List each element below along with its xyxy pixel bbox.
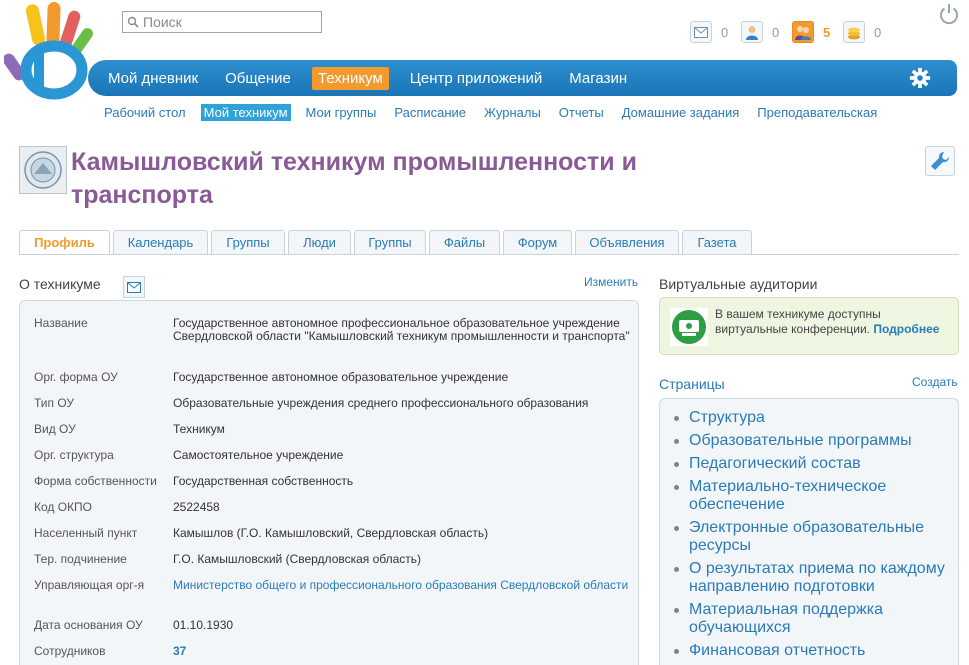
create-page-link[interactable]: Создать	[912, 375, 958, 389]
info-value: Г.О. Камышловский (Свердловская область)	[173, 552, 422, 566]
nav-app-center[interactable]: Центр приложений	[404, 67, 548, 90]
search-icon	[123, 12, 143, 32]
tab-announcements[interactable]: Объявления	[575, 230, 679, 254]
college-emblem-icon	[19, 146, 67, 194]
envelope-icon[interactable]	[690, 21, 712, 43]
messages-notification[interactable]: 0	[690, 21, 731, 43]
people-icon[interactable]	[792, 21, 814, 43]
info-label: Форма собственности	[34, 474, 157, 488]
info-label: Дата основания ОУ	[34, 618, 143, 632]
virtual-rooms-description: В вашем техникуме доступны виртуальные к…	[715, 307, 881, 336]
tab-groups[interactable]: Группы	[211, 230, 285, 254]
virtual-rooms-title: Виртуальные аудитории	[659, 276, 818, 292]
nav-my-diary[interactable]: Мой дневник	[102, 67, 204, 90]
tab-newspaper[interactable]: Газета	[682, 230, 752, 254]
page-link-support[interactable]: Материальная поддержка обучающихся	[672, 601, 952, 637]
subnav-my-college[interactable]: Мой техникум	[200, 104, 291, 121]
info-label: Код ОКПО	[34, 500, 93, 514]
search-input[interactable]	[143, 14, 313, 30]
subnav-homework[interactable]: Домашние задания	[619, 104, 743, 121]
messages-count: 0	[721, 24, 729, 40]
hand-logo-icon[interactable]	[4, 0, 96, 100]
subnav-schedule[interactable]: Расписание	[391, 104, 469, 121]
envelope-icon	[127, 281, 141, 293]
coins-icon[interactable]	[843, 21, 865, 43]
about-title: О техникуме	[19, 276, 101, 292]
info-label: Управляющая орг-я	[34, 578, 145, 592]
friends-count: 0	[772, 24, 780, 40]
info-value: Государственная собственность	[173, 474, 354, 488]
info-value: Техникум	[173, 422, 225, 436]
sub-navigation: Рабочий стол Мой техникум Мои группы Рас…	[101, 104, 892, 121]
employees-count-link[interactable]: 37	[173, 645, 635, 658]
subnav-journals[interactable]: Журналы	[481, 104, 544, 121]
subnav-teachers-room[interactable]: Преподавательская	[754, 104, 880, 121]
info-label: Название	[34, 316, 88, 330]
coins-count: 0	[874, 24, 882, 40]
info-label: Орг. форма ОУ	[34, 370, 118, 384]
page-link-staff[interactable]: Педагогический состав	[672, 455, 952, 473]
invitations-count: 5	[823, 24, 831, 40]
tab-forum[interactable]: Форум	[503, 230, 572, 254]
page-link-finance[interactable]: Финансовая отчетность	[672, 642, 952, 660]
profile-tabs: Профиль Календарь Группы Люди Группы Фай…	[19, 230, 755, 254]
settings-wrench-button[interactable]	[925, 146, 955, 176]
coins-notification[interactable]: 0	[843, 21, 884, 43]
tab-people[interactable]: Люди	[288, 230, 351, 254]
pages-title[interactable]: Страницы	[659, 376, 725, 392]
page-link-e-resources[interactable]: Электронные образовательные ресурсы	[672, 519, 952, 555]
page-link-structure[interactable]: Структура	[672, 409, 952, 427]
search-box[interactable]	[122, 11, 322, 33]
virtual-rooms-panel: В вашем техникуме доступны виртуальные к…	[659, 297, 959, 355]
tab-calendar[interactable]: Календарь	[113, 230, 208, 254]
subnav-my-groups[interactable]: Мои группы	[303, 104, 380, 121]
nav-college[interactable]: Техникум	[311, 66, 389, 90]
info-label: Сотрудников	[34, 644, 106, 658]
info-label: Вид ОУ	[34, 422, 76, 436]
person-icon[interactable]	[741, 21, 763, 43]
info-label: Населенный пункт	[34, 526, 138, 540]
tab-groups-2[interactable]: Группы	[354, 230, 426, 254]
pages-panel: Структура Образовательные программы Педа…	[659, 398, 959, 665]
wrench-icon	[931, 151, 950, 170]
nav-communication[interactable]: Общение	[219, 67, 297, 90]
info-value: Самостоятельное учреждение	[173, 448, 344, 462]
tabs-divider	[19, 254, 959, 255]
edit-link[interactable]: Изменить	[584, 275, 638, 289]
info-label: Тер. подчинение	[34, 552, 127, 566]
virtual-rooms-text: В вашем техникуме доступны виртуальные к…	[715, 307, 955, 337]
info-value: Государственное автономное профессиональ…	[173, 316, 630, 343]
page-link-programs[interactable]: Образовательные программы	[672, 432, 952, 450]
power-icon[interactable]	[937, 2, 961, 26]
friends-notification[interactable]: 0	[741, 21, 782, 43]
subnav-desktop[interactable]: Рабочий стол	[101, 104, 189, 121]
pages-list: Структура Образовательные программы Педа…	[672, 409, 952, 665]
gear-icon[interactable]	[909, 67, 931, 89]
info-value: 2522458	[173, 500, 220, 514]
page-link-admission[interactable]: О результатах приема по каждому направле…	[672, 560, 952, 596]
about-info-panel: Название Государственное автономное проф…	[19, 300, 639, 665]
info-value: Государственное автономное образовательн…	[173, 370, 509, 384]
invitations-notification[interactable]: 5	[792, 21, 833, 43]
info-label: Тип ОУ	[34, 396, 75, 410]
subnav-reports[interactable]: Отчеты	[556, 104, 607, 121]
main-navigation: Мой дневник Общение Техникум Центр прило…	[88, 60, 957, 96]
info-value: Образовательные учреждения среднего проф…	[173, 396, 589, 410]
page-title: Камышловский техникум промышленности и т…	[71, 148, 637, 209]
tab-files[interactable]: Файлы	[429, 230, 500, 254]
info-value: Камышлов (Г.О. Камышловский, Свердловска…	[173, 526, 489, 540]
managing-org-link[interactable]: Министерство общего и профессионального …	[173, 579, 635, 592]
page-link-facilities[interactable]: Материально-техническое обеспечение	[672, 478, 952, 514]
info-value: 01.10.1930	[173, 618, 234, 632]
tab-profile[interactable]: Профиль	[19, 230, 110, 254]
more-link[interactable]: Подробнее	[873, 322, 939, 336]
notification-bar: 0 0 5 0	[690, 20, 894, 44]
webcam-icon	[670, 308, 708, 346]
info-label: Орг. структура	[34, 448, 114, 462]
about-mail-button[interactable]	[123, 276, 145, 298]
nav-shop[interactable]: Магазин	[563, 67, 633, 90]
